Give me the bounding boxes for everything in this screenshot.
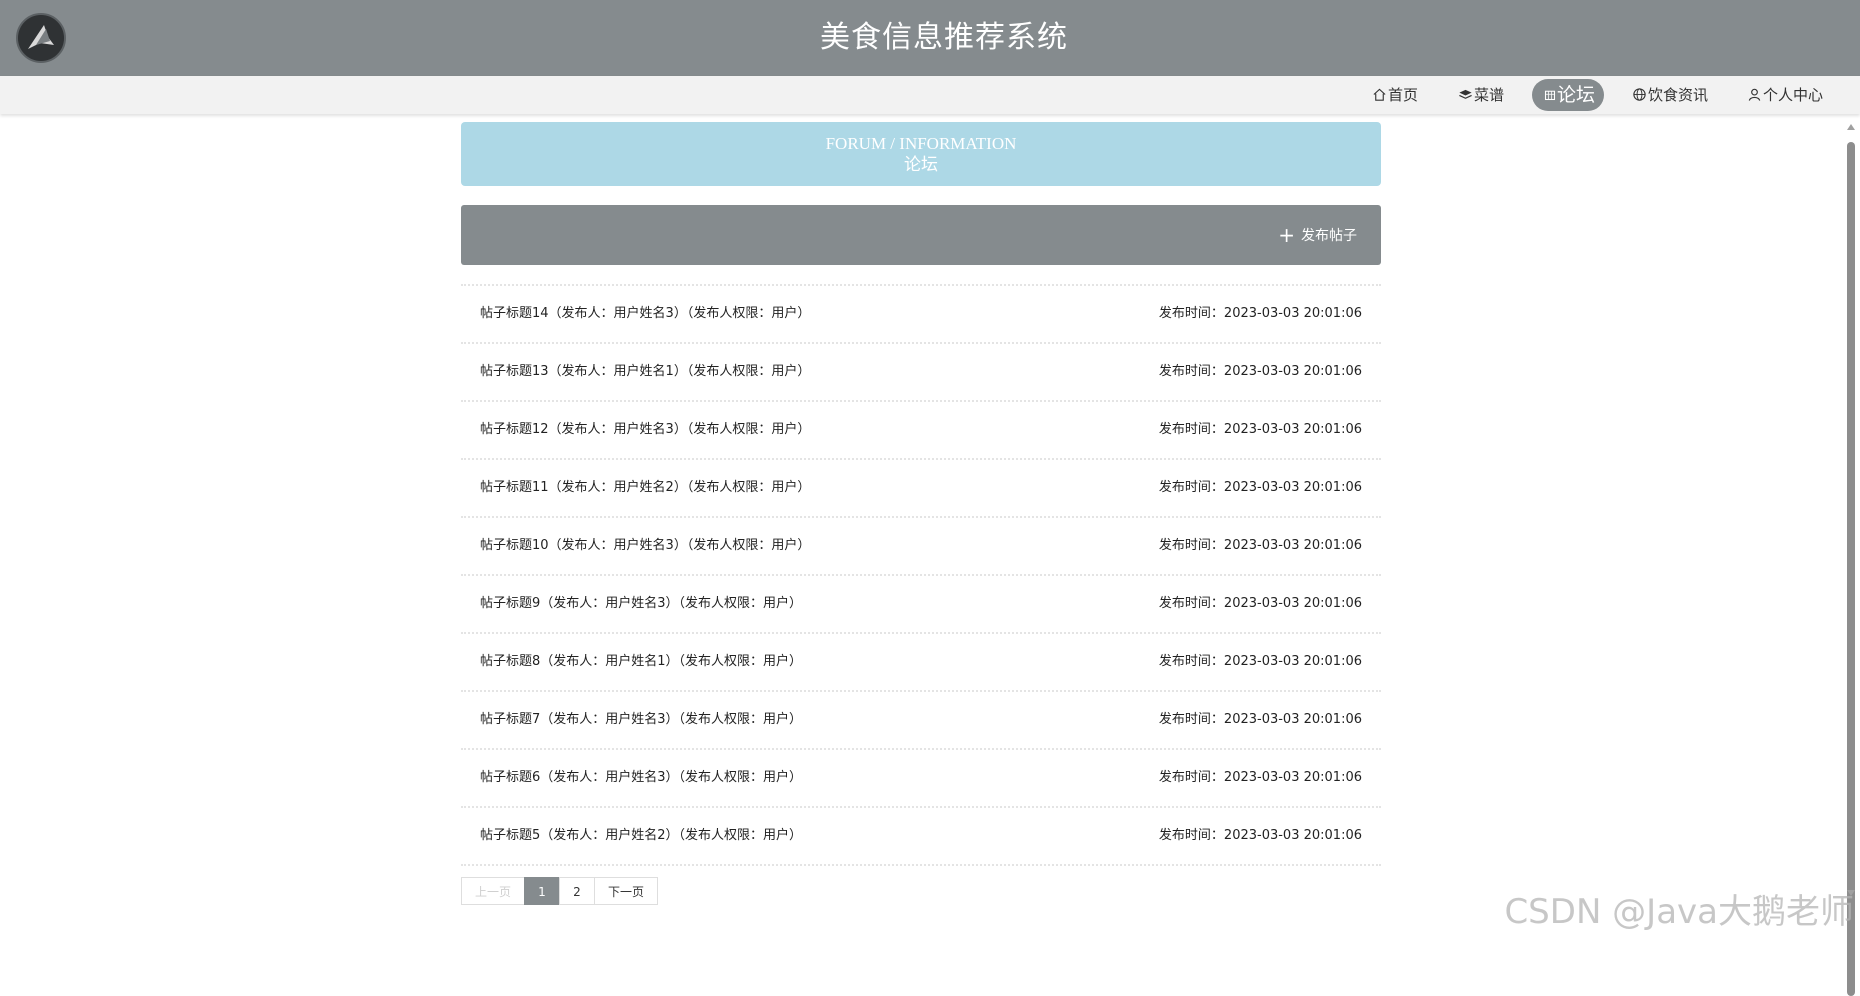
post-title[interactable]: 帖子标题10（发布人：用户姓名3）（发布人权限：用户） [480, 518, 810, 574]
next-page-button[interactable]: 下一页 [594, 877, 658, 905]
post-time: 发布时间：2023-03-03 20:01:06 [1158, 654, 1362, 669]
forum-toolbar: + 发布帖子 [461, 205, 1381, 265]
user-icon [1748, 88, 1761, 101]
list-item[interactable]: 帖子标题14（发布人：用户姓名3）（发布人权限：用户） 发布时间：2023-03-… [461, 284, 1381, 342]
new-post-label: 发布帖子 [1301, 228, 1357, 244]
page-2-button[interactable]: 2 [559, 877, 595, 905]
post-title[interactable]: 帖子标题13（发布人：用户姓名1）（发布人权限：用户） [480, 344, 810, 400]
nav-item-home[interactable]: 首页 [1372, 79, 1418, 111]
post-time: 发布时间：2023-03-03 20:01:06 [1158, 480, 1362, 495]
list-item[interactable]: 帖子标题6（发布人：用户姓名3）（发布人权限：用户） 发布时间：2023-03-0… [461, 748, 1381, 806]
page-1-button[interactable]: 1 [524, 877, 560, 905]
banner-title-en: FORUM / INFORMATION [825, 134, 1017, 153]
post-title[interactable]: 帖子标题12（发布人：用户姓名3）（发布人权限：用户） [480, 402, 810, 458]
new-post-button[interactable]: + 发布帖子 [1278, 222, 1357, 248]
post-title[interactable]: 帖子标题14（发布人：用户姓名3）（发布人权限：用户） [480, 286, 810, 342]
list-item[interactable]: 帖子标题13（发布人：用户姓名1）（发布人权限：用户） 发布时间：2023-03-… [461, 342, 1381, 400]
nav-item-label: 首页 [1388, 86, 1419, 104]
post-list: 帖子标题14（发布人：用户姓名3）（发布人权限：用户） 发布时间：2023-03-… [461, 284, 1381, 866]
vertical-scrollbar[interactable] [1842, 120, 1860, 996]
nav-item-label: 个人中心 [1763, 86, 1824, 104]
post-time: 发布时间：2023-03-03 20:01:06 [1158, 828, 1362, 843]
globe-icon [1633, 88, 1646, 101]
watermark: CSDN @Java大鹅老师 [1504, 892, 1854, 932]
list-item[interactable]: 帖子标题7（发布人：用户姓名3）（发布人权限：用户） 发布时间：2023-03-0… [461, 690, 1381, 748]
list-item[interactable]: 帖子标题12（发布人：用户姓名3）（发布人权限：用户） 发布时间：2023-03-… [461, 400, 1381, 458]
banner-title-cn: 论坛 [904, 155, 938, 174]
post-title[interactable]: 帖子标题7（发布人：用户姓名3）（发布人权限：用户） [480, 692, 802, 748]
nav-item-profile[interactable]: 个人中心 [1747, 79, 1823, 111]
post-title[interactable]: 帖子标题6（发布人：用户姓名3）（发布人权限：用户） [480, 750, 802, 806]
post-time: 发布时间：2023-03-03 20:01:06 [1158, 306, 1362, 321]
section-banner: FORUM / INFORMATION 论坛 [461, 122, 1381, 186]
post-title[interactable]: 帖子标题5（发布人：用户姓名2）（发布人权限：用户） [480, 808, 802, 864]
nav-item-label: 菜谱 [1474, 86, 1505, 104]
nav-item-forum[interactable]: 论坛 [1532, 79, 1604, 111]
scroll-thumb[interactable] [1847, 142, 1855, 996]
list-item[interactable]: 帖子标题11（发布人：用户姓名2）（发布人权限：用户） 发布时间：2023-03-… [461, 458, 1381, 516]
prev-page-button[interactable]: 上一页 [461, 877, 525, 905]
layers-icon [1459, 89, 1472, 99]
site-title: 美食信息推荐系统 [820, 20, 1068, 55]
scroll-up-arrow-icon[interactable] [1847, 124, 1855, 130]
nav-item-recipes[interactable]: 菜谱 [1458, 79, 1504, 111]
plus-icon: + [1278, 223, 1295, 247]
forum-icon [1544, 90, 1556, 101]
post-time: 发布时间：2023-03-03 20:01:06 [1158, 770, 1362, 785]
post-title[interactable]: 帖子标题11（发布人：用户姓名2）（发布人权限：用户） [480, 460, 810, 516]
post-title[interactable]: 帖子标题8（发布人：用户姓名1）（发布人权限：用户） [480, 634, 802, 690]
post-time: 发布时间：2023-03-03 20:01:06 [1158, 422, 1362, 437]
list-item[interactable]: 帖子标题8（发布人：用户姓名1）（发布人权限：用户） 发布时间：2023-03-0… [461, 632, 1381, 690]
nav-item-label: 饮食资讯 [1648, 86, 1709, 104]
nav-item-label: 论坛 [1557, 84, 1596, 106]
post-time: 发布时间：2023-03-03 20:01:06 [1158, 712, 1362, 727]
main-nav: 首页 菜谱 论坛 饮食资讯 个人中心 [0, 76, 1860, 114]
list-item[interactable]: 帖子标题10（发布人：用户姓名3）（发布人权限：用户） 发布时间：2023-03-… [461, 516, 1381, 574]
post-title[interactable]: 帖子标题9（发布人：用户姓名3）（发布人权限：用户） [480, 576, 802, 632]
list-item[interactable]: 帖子标题9（发布人：用户姓名3）（发布人权限：用户） 发布时间：2023-03-0… [461, 574, 1381, 632]
pagination: 上一页 1 2 下一页 [461, 877, 658, 905]
post-time: 发布时间：2023-03-03 20:01:06 [1158, 538, 1362, 553]
home-icon [1373, 88, 1386, 101]
top-header: 美食信息推荐系统 [0, 0, 1860, 76]
post-time: 发布时间：2023-03-03 20:01:06 [1158, 364, 1362, 379]
post-time: 发布时间：2023-03-03 20:01:06 [1158, 596, 1362, 611]
nav-item-news[interactable]: 饮食资讯 [1632, 79, 1708, 111]
list-item[interactable]: 帖子标题5（发布人：用户姓名2）（发布人权限：用户） 发布时间：2023-03-0… [461, 806, 1381, 866]
